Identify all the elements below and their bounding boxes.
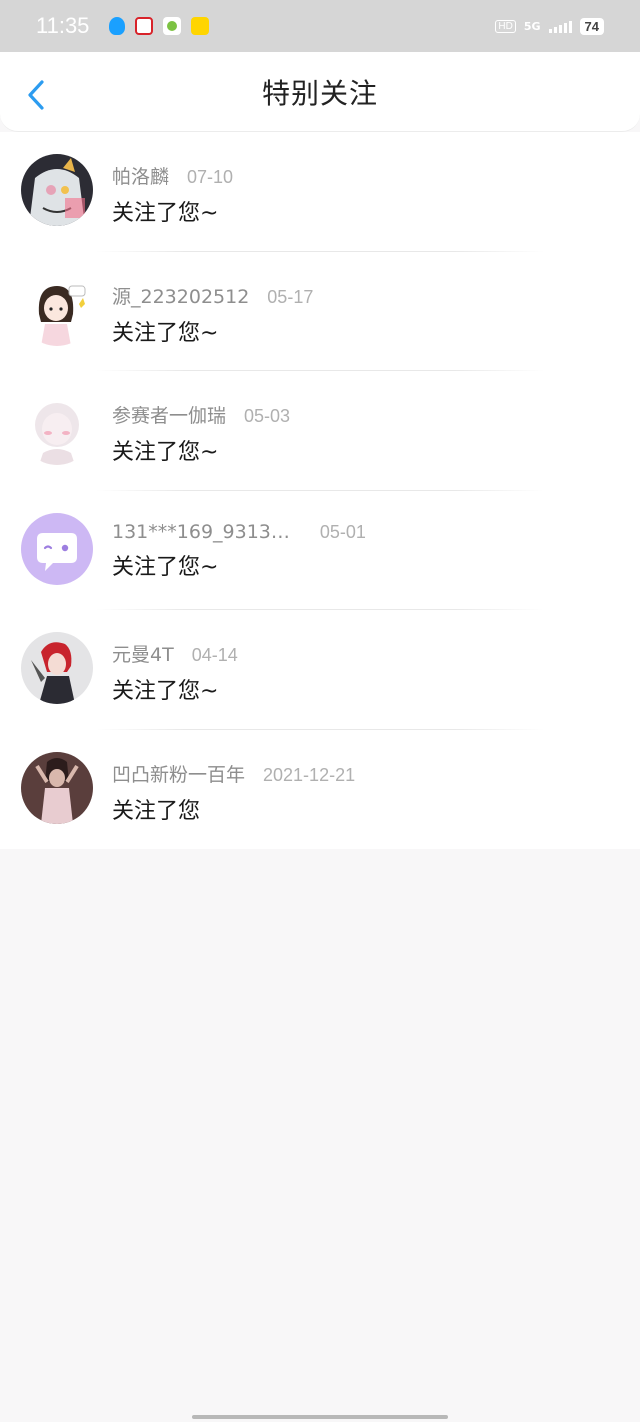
status-bar: 11:35 HD 5G 74	[0, 0, 640, 52]
kfc-icon	[135, 17, 154, 35]
item-date: 05-03	[244, 406, 291, 426]
qq-icon	[109, 17, 126, 35]
item-date: 05-17	[267, 286, 314, 307]
item-message: 关注了您~	[112, 440, 219, 465]
signal-icon	[548, 19, 572, 33]
item-message: 关注了您~	[112, 201, 219, 226]
battery-indicator: 74	[579, 17, 604, 35]
list-item[interactable]: 帕洛麟 07-10 关注了您~	[0, 132, 640, 252]
back-button[interactable]	[22, 78, 50, 112]
item-message: 关注了您~	[112, 554, 219, 580]
avatar[interactable]	[21, 751, 93, 824]
list-item[interactable]: 131***169_9313… 05-01 关注了您~	[0, 491, 640, 610]
user-name[interactable]: 源_223202512	[112, 282, 249, 309]
home-indicator[interactable]	[192, 1415, 448, 1419]
item-date: 2021-12-21	[263, 764, 356, 785]
status-time: 11:35	[36, 13, 90, 38]
avatar[interactable]	[21, 273, 93, 346]
follow-list: 帕洛麟 07-10 关注了您~ 源_223202512 05-17 关注了您~ …	[0, 132, 640, 849]
user-name[interactable]: 凹凸新粉一百年	[112, 760, 245, 787]
list-item[interactable]: 元曼4T 04-14 关注了您~	[0, 610, 640, 730]
list-item[interactable]: 参赛者一伽瑞 05-03 关注了您~	[0, 371, 640, 491]
list-item[interactable]: 凹凸新粉一百年 2021-12-21 关注了您	[0, 730, 640, 850]
status-right: HD 5G 74	[495, 17, 604, 35]
avatar[interactable]	[21, 154, 93, 226]
user-name[interactable]: 131***169_9313…	[112, 521, 290, 543]
user-name[interactable]: 参赛者一伽瑞	[112, 401, 226, 428]
item-text: 参赛者一伽瑞 05-03 关注了您~	[112, 401, 290, 466]
item-text: 131***169_9313… 05-01 关注了您~	[112, 521, 366, 581]
avatar[interactable]	[21, 632, 93, 704]
kuaikan-icon	[191, 17, 210, 35]
hd-badge: HD	[495, 19, 516, 33]
avatar[interactable]	[21, 512, 93, 585]
item-text: 元曼4T 04-14 关注了您~	[112, 640, 238, 705]
item-message: 关注了您~	[112, 679, 219, 704]
network-label: 5G	[523, 19, 541, 33]
item-text: 凹凸新粉一百年 2021-12-21 关注了您	[112, 760, 355, 825]
notification-icons	[109, 17, 210, 35]
item-text: 帕洛麟 07-10 关注了您~	[112, 162, 233, 227]
chevron-left-icon	[28, 80, 44, 110]
item-date: 05-01	[319, 521, 366, 542]
user-name[interactable]: 帕洛麟	[112, 162, 169, 189]
item-message: 关注了您~	[112, 320, 219, 346]
user-name[interactable]: 元曼4T	[112, 640, 174, 667]
app-icon	[163, 17, 182, 35]
item-date: 04-14	[191, 645, 238, 665]
avatar[interactable]	[21, 393, 93, 465]
page-title: 特别关注	[261, 76, 378, 110]
item-date: 07-10	[187, 167, 234, 187]
page-header: 特别关注	[0, 52, 640, 132]
item-message: 关注了您	[112, 798, 201, 824]
item-text: 源_223202512 05-17 关注了您~	[112, 282, 313, 347]
list-item[interactable]: 源_223202512 05-17 关注了您~	[0, 252, 640, 371]
